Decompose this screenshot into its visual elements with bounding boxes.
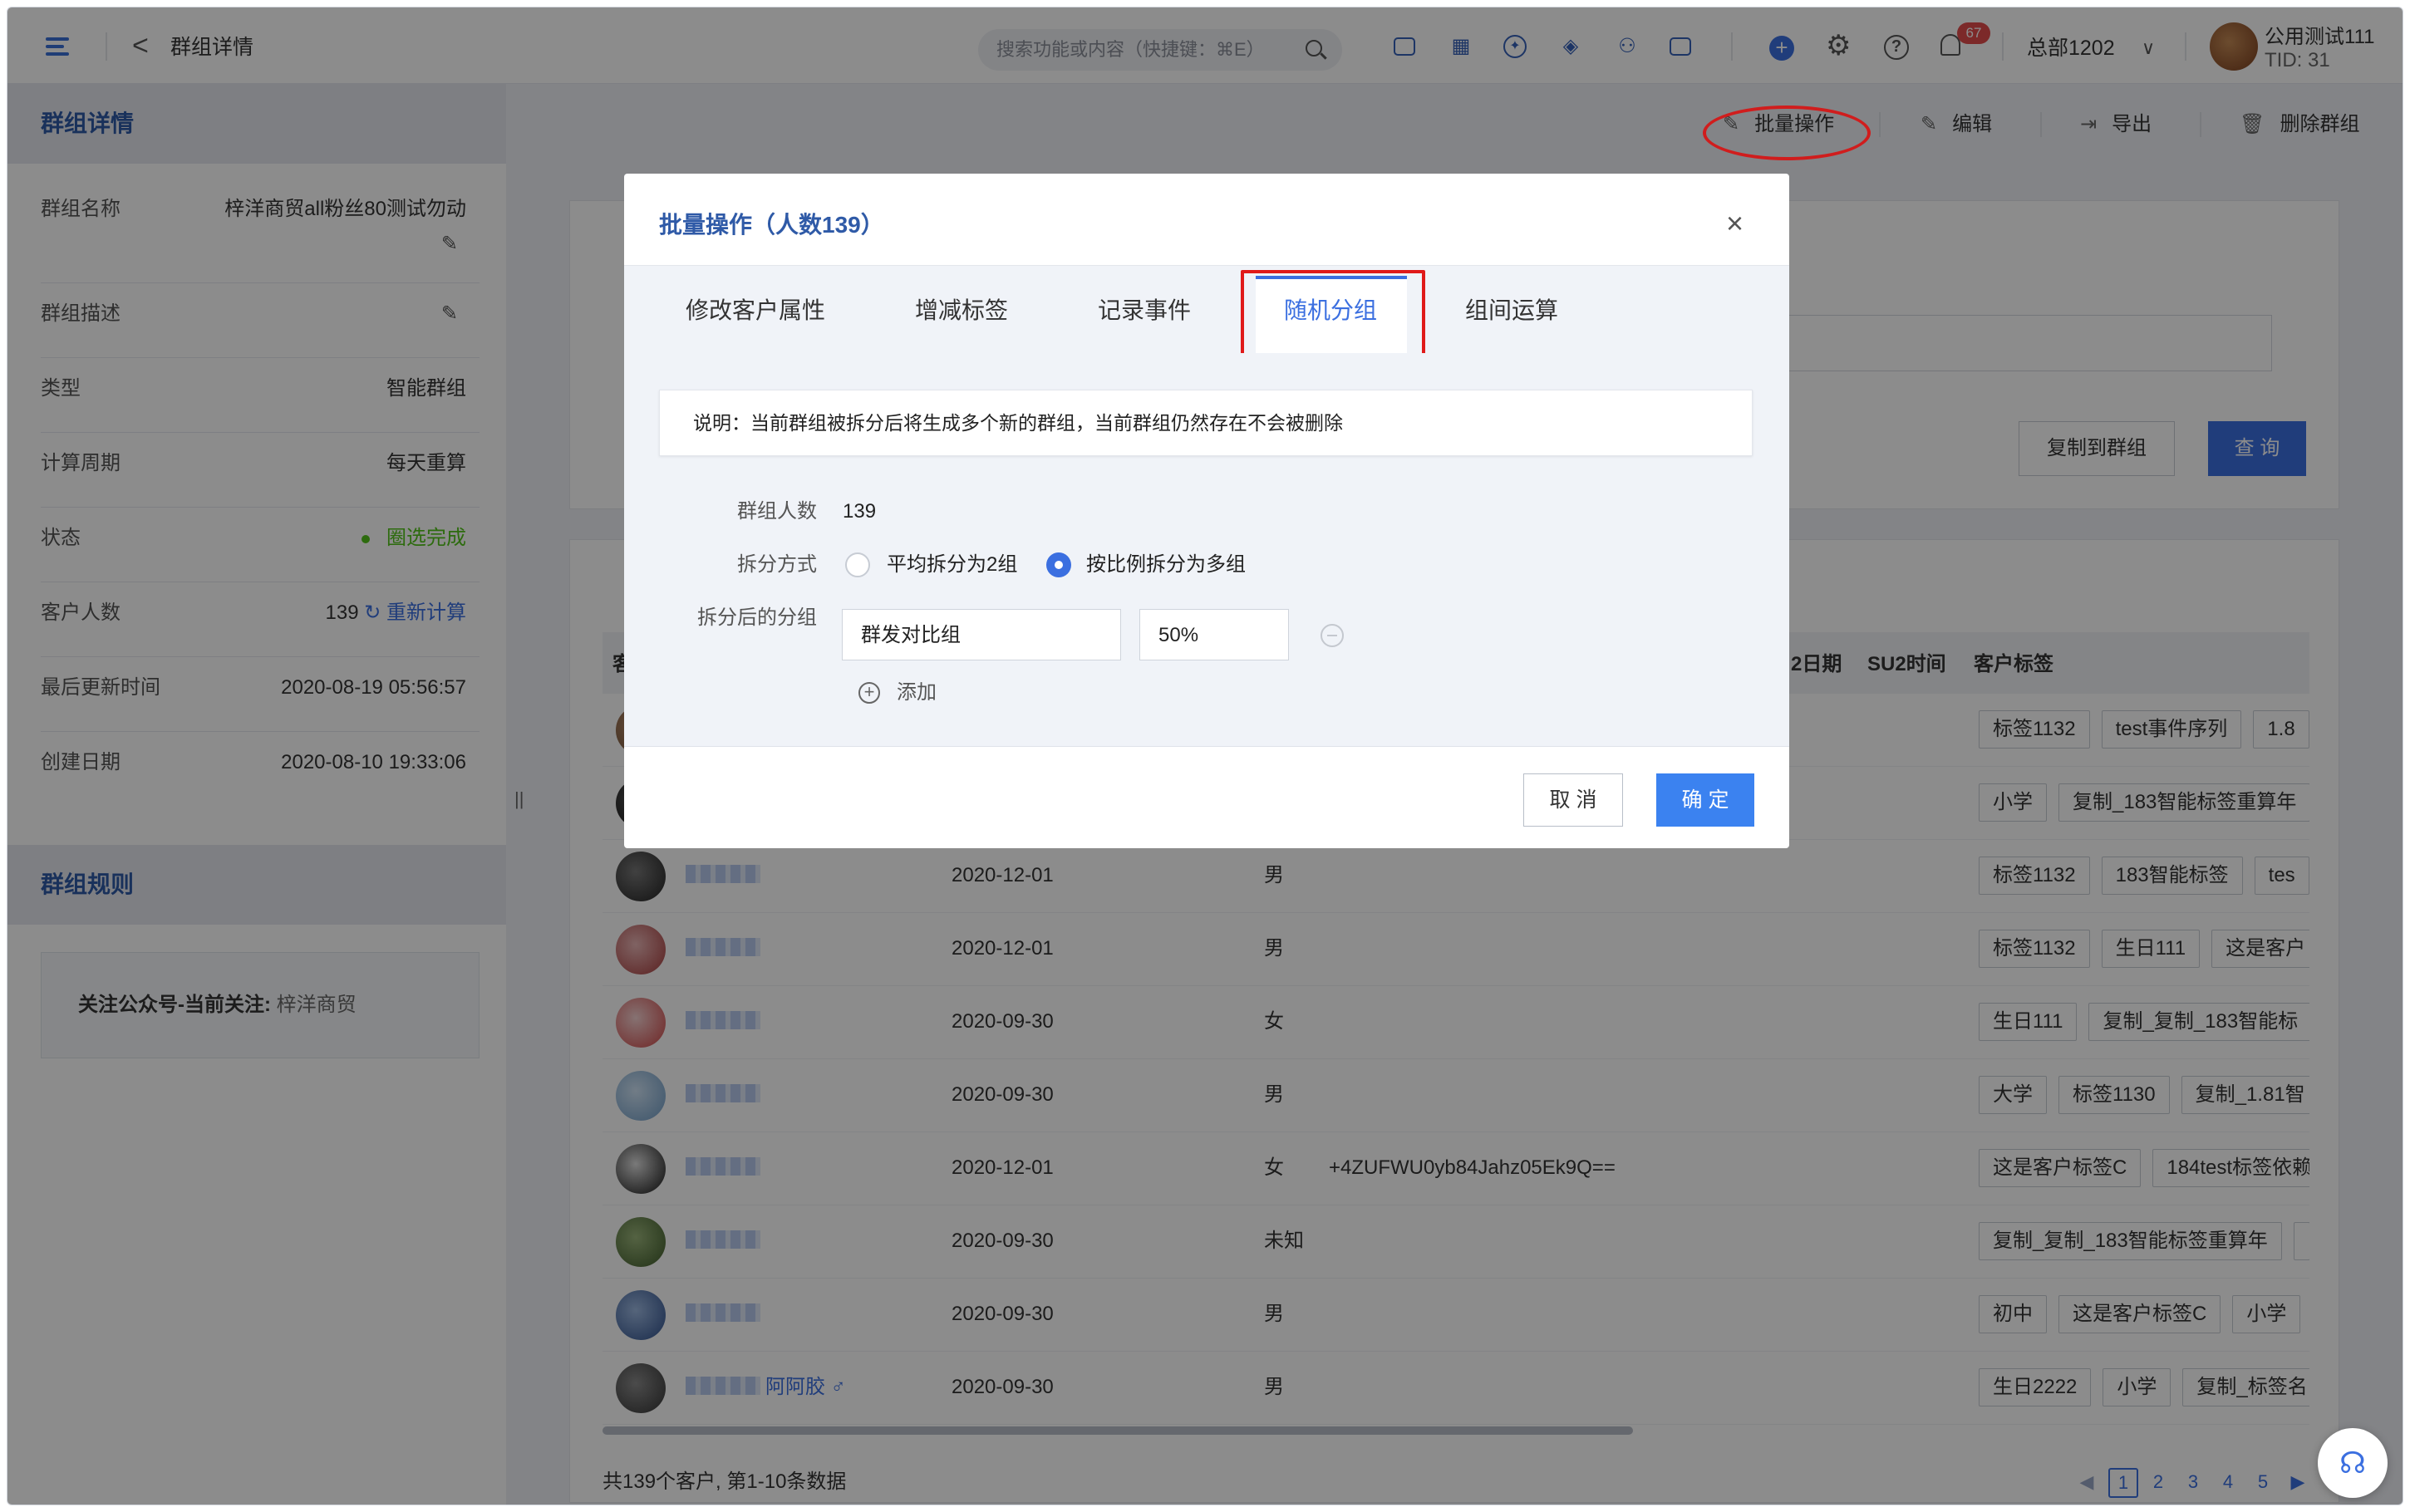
- modal-body: 说明：当前群组被拆分后将生成多个新的群组，当前群组仍然存在不会被删除 群组人数 …: [624, 353, 1789, 747]
- tab-modify-attributes[interactable]: 修改客户属性: [686, 296, 825, 326]
- split-method-label: 拆分方式: [737, 553, 817, 576]
- count-label: 群组人数: [737, 500, 817, 523]
- note-text: 说明：当前群组被拆分后将生成多个新的群组，当前群组仍然存在不会被删除: [693, 412, 1343, 434]
- support-chat-icon[interactable]: ☊: [2318, 1428, 2388, 1498]
- app-window: < 群组详情 搜索功能或内容（快捷键：⌘E） ▦ ✦ ◈ ⚇ + ⚙ ? 67 …: [7, 7, 2403, 1505]
- split-note: 说明：当前群组被拆分后将生成多个新的群组，当前群组仍然存在不会被删除: [659, 390, 1753, 456]
- group-name-value: 群发对比组: [861, 624, 961, 646]
- cancel-button[interactable]: 取 消: [1523, 773, 1623, 827]
- group-ratio-input[interactable]: 50%: [1139, 609, 1289, 660]
- close-icon[interactable]: ×: [1726, 207, 1744, 240]
- tab-group-operations[interactable]: 组间运算: [1465, 296, 1558, 326]
- radio-label[interactable]: 按比例拆分为多组: [1086, 552, 1246, 577]
- tab-tags[interactable]: 增减标签: [915, 296, 1008, 326]
- radio-split-even[interactable]: [845, 552, 870, 577]
- count-value: 139: [843, 500, 877, 523]
- group-name-input[interactable]: 群发对比组: [842, 609, 1121, 660]
- remove-icon[interactable]: [1321, 624, 1344, 647]
- batch-operation-modal: 批量操作（人数139） × 修改客户属性 增减标签 记录事件 随机分组 组间运算…: [624, 174, 1789, 848]
- tab-record-event[interactable]: 记录事件: [1098, 296, 1191, 326]
- group-ratio-value: 50%: [1158, 624, 1199, 646]
- add-circle-icon[interactable]: +: [858, 682, 880, 704]
- radio-label[interactable]: 平均拆分为2组: [887, 552, 1017, 577]
- confirm-button[interactable]: 确 定: [1656, 773, 1754, 827]
- groups-label: 拆分后的分组: [697, 606, 817, 629]
- annotation-oval: [1703, 106, 1871, 160]
- modal-tabs: 修改客户属性 增减标签 记录事件 随机分组 组间运算: [624, 265, 1789, 354]
- add-group-button[interactable]: 添加: [897, 680, 937, 705]
- modal-title: 批量操作（人数139）: [659, 212, 884, 238]
- radio-split-ratio[interactable]: [1046, 552, 1071, 577]
- annotation-box: [1241, 270, 1425, 363]
